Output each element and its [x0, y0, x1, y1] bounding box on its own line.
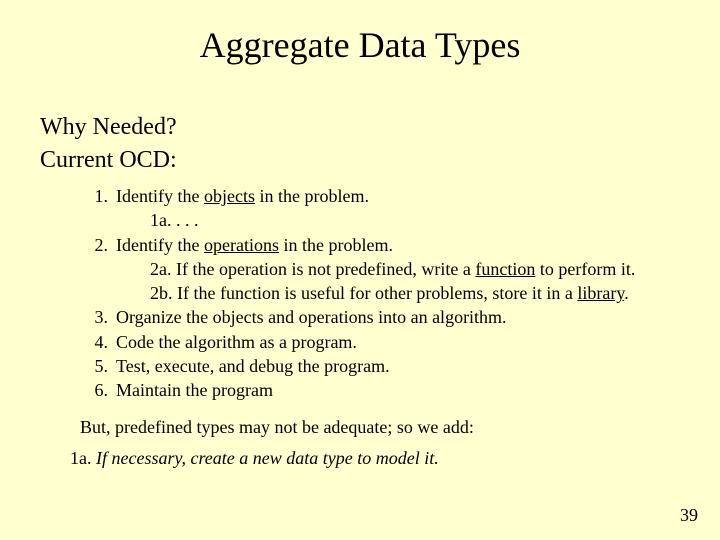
list-subitem: 2a. If the operation is not predefined, …	[150, 257, 680, 281]
addendum-item: 1a. If necessary, create a new data type…	[70, 448, 680, 469]
text-fragment: .	[624, 283, 629, 303]
text-fragment: 2b. If the function is useful for other …	[150, 283, 577, 303]
list-text: Maintain the program	[108, 378, 273, 402]
text-fragment: 2a. If the operation is not predefined, …	[150, 259, 475, 279]
list-item: 4. Code the algorithm as a program.	[80, 330, 680, 354]
list-item: 1. Identify the objects in the problem.	[80, 184, 680, 208]
list-item: 3. Organize the objects and operations i…	[80, 305, 680, 329]
heading-why-needed: Why Needed?	[40, 114, 680, 141]
addendum-italic: If necessary, create a new data type to …	[96, 448, 439, 468]
list-item: 6. Maintain the program	[80, 378, 680, 402]
underlined-term: objects	[204, 186, 255, 206]
list-text: Identify the objects in the problem.	[108, 184, 369, 208]
ocd-list: 1. Identify the objects in the problem. …	[80, 184, 680, 403]
list-item: 2. Identify the operations in the proble…	[80, 233, 680, 257]
list-number: 6.	[80, 378, 108, 402]
list-subitem: 1a. . . .	[150, 208, 680, 232]
list-number: 5.	[80, 354, 108, 378]
list-number: 3.	[80, 305, 108, 329]
list-text: Test, execute, and debug the program.	[108, 354, 390, 378]
underlined-term: operations	[204, 235, 279, 255]
list-text: Identify the operations in the problem.	[108, 233, 393, 257]
closing-text: But, predefined types may not be adequat…	[80, 417, 680, 438]
slide: Aggregate Data Types Why Needed? Current…	[0, 0, 720, 540]
text-fragment: in the problem.	[255, 186, 369, 206]
heading-current-ocd: Current OCD:	[40, 147, 680, 174]
text-fragment: in the problem.	[279, 235, 393, 255]
underlined-term: library	[577, 283, 624, 303]
list-number: 2.	[80, 233, 108, 257]
list-subitem: 2b. If the function is useful for other …	[150, 281, 680, 305]
page-number: 39	[680, 505, 698, 526]
list-text: Code the algorithm as a program.	[108, 330, 357, 354]
underlined-term: function	[475, 259, 535, 279]
list-item: 5. Test, execute, and debug the program.	[80, 354, 680, 378]
text-fragment: Identify the	[116, 235, 204, 255]
list-text: Organize the objects and operations into…	[108, 305, 507, 329]
slide-title: Aggregate Data Types	[40, 24, 680, 66]
list-number: 1.	[80, 184, 108, 208]
text-fragment: Identify the	[116, 186, 204, 206]
text-fragment: to perform it.	[535, 259, 635, 279]
list-number: 4.	[80, 330, 108, 354]
addendum-label: 1a.	[70, 448, 96, 468]
